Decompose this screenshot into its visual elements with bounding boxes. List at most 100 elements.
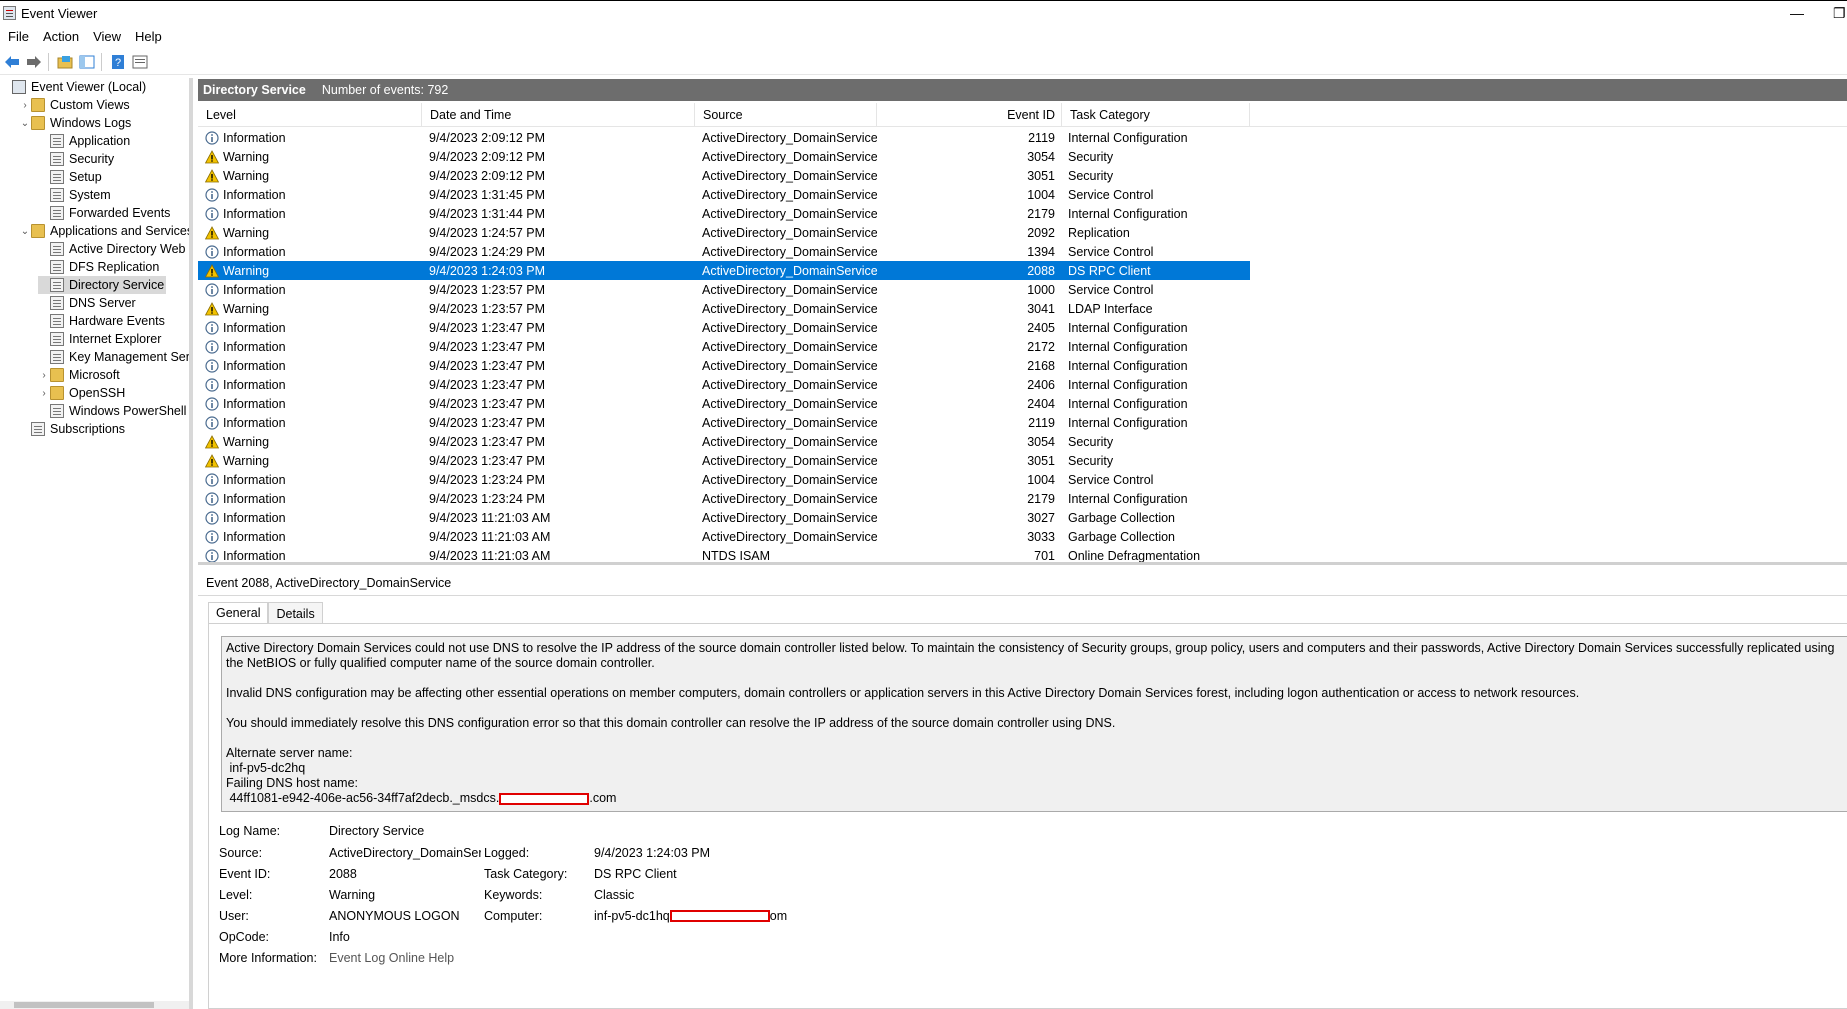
cell-level: Information: [198, 416, 422, 430]
event-log-icon: [50, 296, 64, 310]
cell-level: Information: [198, 548, 422, 563]
table-row[interactable]: Information 9/4/2023 1:23:47 PM ActiveDire…: [198, 318, 1250, 337]
tree-item-applications-and-services-lo[interactable]: ⌄ Applications and Services Lo: [19, 222, 189, 240]
table-row[interactable]: Information 9/4/2023 1:23:24 PM ActiveDire…: [198, 489, 1250, 508]
table-row[interactable]: Information 9/4/2023 1:23:47 PM ActiveDire…: [198, 337, 1250, 356]
tree-item-directory-service[interactable]: Directory Service: [38, 276, 167, 294]
collapse-chevron-icon[interactable]: ⌄: [19, 114, 31, 132]
table-row[interactable]: Information 9/4/2023 1:23:24 PM ActiveDire…: [198, 470, 1250, 489]
table-row[interactable]: Information 9/4/2023 1:23:47 PM ActiveDire…: [198, 356, 1250, 375]
message-paragraph: You should immediately resolve this DNS …: [226, 716, 1116, 730]
properties-icon[interactable]: [130, 52, 150, 72]
cell-event-id: 3051: [1027, 453, 1055, 468]
minimize-button[interactable]: —: [1790, 2, 1804, 24]
expand-chevron-icon[interactable]: ›: [38, 384, 50, 402]
tree-item-subscriptions[interactable]: Subscriptions: [19, 420, 125, 438]
tree-item-internet-explorer[interactable]: Internet Explorer: [38, 330, 161, 348]
tree-item-key-management-service[interactable]: Key Management Service: [38, 348, 189, 366]
column-header-source[interactable]: Source: [695, 103, 877, 127]
tree-item-security[interactable]: Security: [38, 150, 114, 168]
tree-item-label: Subscriptions: [50, 422, 126, 436]
help-icon[interactable]: ?: [108, 52, 128, 72]
table-row[interactable]: Information 9/4/2023 1:23:47 PM ActiveDire…: [198, 375, 1250, 394]
table-row[interactable]: Warning 9/4/2023 1:23:47 PM ActiveDirector…: [198, 432, 1250, 451]
table-row[interactable]: Information 9/4/2023 1:23:47 PM ActiveDire…: [198, 413, 1250, 432]
table-row[interactable]: Warning 9/4/2023 2:09:12 PM ActiveDirector…: [198, 147, 1250, 166]
column-header-task-category[interactable]: Task Category: [1062, 103, 1250, 127]
cell-task-category: LDAP Interface: [1068, 301, 1153, 316]
tree-item-dns-server[interactable]: DNS Server: [38, 294, 136, 312]
cell-date-time: 9/4/2023 1:24:57 PM: [429, 225, 546, 240]
menu-view[interactable]: View: [93, 29, 121, 44]
table-row[interactable]: Warning 9/4/2023 1:23:47 PM ActiveDirector…: [198, 451, 1250, 470]
table-row[interactable]: Information 9/4/2023 1:23:57 PM ActiveDire…: [198, 280, 1250, 299]
tree-item-active-directory-web-ser[interactable]: Active Directory Web Ser: [38, 240, 189, 258]
table-row[interactable]: Warning 9/4/2023 2:09:12 PM ActiveDirector…: [198, 166, 1250, 185]
menu-file[interactable]: File: [8, 29, 29, 44]
information-icon: [205, 491, 219, 506]
tree-item-forwarded-events[interactable]: Forwarded Events: [38, 204, 170, 222]
table-row[interactable]: Information 9/4/2023 11:21:03 AM NTDS ISAM…: [198, 546, 1250, 563]
menu-help[interactable]: Help: [135, 29, 162, 44]
column-header-date[interactable]: Date and Time: [422, 103, 695, 127]
table-row[interactable]: Information 9/4/2023 1:31:44 PM ActiveDire…: [198, 204, 1250, 223]
collapse-chevron-icon[interactable]: ⌄: [19, 222, 31, 240]
console-tree-icon[interactable]: [77, 52, 97, 72]
open-folder-icon[interactable]: [55, 52, 75, 72]
table-row[interactable]: Information 9/4/2023 11:21:03 AM ActiveDir…: [198, 508, 1250, 527]
tab-general[interactable]: General: [208, 602, 269, 624]
event-viewer-icon: [12, 80, 26, 94]
logged-value: 9/4/2023 1:24:03 PM: [594, 846, 711, 860]
event-log-online-help-link[interactable]: Event Log Online Help: [329, 951, 454, 965]
tree-item-application[interactable]: Application: [38, 132, 130, 150]
event-log-icon: [50, 260, 64, 274]
event-message[interactable]: Active Directory Domain Services could n…: [221, 636, 1847, 812]
expand-chevron-icon[interactable]: ›: [38, 366, 50, 384]
event-log-icon: [50, 170, 64, 184]
tree-item-windows-logs[interactable]: ⌄ Windows Logs: [19, 114, 131, 132]
column-header-level[interactable]: Level: [198, 103, 422, 127]
table-row[interactable]: Information 9/4/2023 1:24:29 PM ActiveDire…: [198, 242, 1250, 261]
table-row[interactable]: Information 9/4/2023 1:31:45 PM ActiveDire…: [198, 185, 1250, 204]
cell-event-id: 3054: [1027, 149, 1055, 164]
tree-item-microsoft[interactable]: › Microsoft: [38, 366, 120, 384]
tree-item-system[interactable]: System: [38, 186, 111, 204]
column-header-event-id[interactable]: Event ID: [877, 103, 1062, 127]
table-row[interactable]: Information 9/4/2023 1:23:47 PM ActiveDire…: [198, 394, 1250, 413]
event-id-value: 2088: [329, 867, 357, 881]
tree-item-openssh[interactable]: › OpenSSH: [38, 384, 125, 402]
cell-source: ActiveDirectory_DomainService: [702, 187, 877, 202]
cell-level: Information: [198, 492, 422, 506]
table-row[interactable]: Warning 9/4/2023 1:24:57 PM ActiveDirector…: [198, 223, 1250, 242]
information-icon: [205, 548, 219, 562]
user-label: User:: [219, 909, 249, 923]
table-row[interactable]: Warning 9/4/2023 1:23:57 PM ActiveDirector…: [198, 299, 1250, 318]
tree-item-windows-powershell[interactable]: Windows PowerShell: [38, 402, 186, 420]
tree-item-event-viewer-local[interactable]: Event Viewer (Local): [0, 78, 146, 96]
level-text: Information: [223, 415, 286, 430]
cell-source: ActiveDirectory_DomainService: [702, 244, 877, 259]
forward-icon[interactable]: [24, 52, 44, 72]
cell-date-time: 9/4/2023 11:21:03 AM: [429, 529, 551, 544]
opcode-value: Info: [329, 930, 350, 944]
computer-value: inf-pv5-dc1hq: [594, 909, 670, 923]
table-row[interactable]: Information 9/4/2023 2:09:12 PM ActiveDire…: [198, 128, 1250, 147]
table-row[interactable]: Information 9/4/2023 11:21:03 AM ActiveDir…: [198, 527, 1250, 546]
cell-task-category: Security: [1068, 168, 1114, 183]
table-row[interactable]: Warning 9/4/2023 1:24:03 PM ActiveDirector…: [198, 261, 1250, 280]
tree-item-dfs-replication[interactable]: DFS Replication: [38, 258, 159, 276]
tree-item-label: OpenSSH: [69, 386, 126, 400]
menu-action[interactable]: Action: [43, 29, 79, 44]
tab-details[interactable]: Details: [268, 602, 323, 624]
back-icon[interactable]: [2, 52, 22, 72]
tree-item-setup[interactable]: Setup: [38, 168, 102, 186]
restore-button[interactable]: ❐: [1833, 2, 1846, 24]
cell-task-category: Internal Configuration: [1068, 206, 1188, 221]
cell-level: Warning: [198, 264, 422, 278]
scrollbar-thumb[interactable]: [14, 1002, 154, 1008]
level-text: Information: [223, 548, 286, 563]
expand-chevron-icon[interactable]: ›: [19, 96, 31, 114]
tree-item-hardware-events[interactable]: Hardware Events: [38, 312, 165, 330]
tree-item-custom-views[interactable]: › Custom Views: [19, 96, 130, 114]
